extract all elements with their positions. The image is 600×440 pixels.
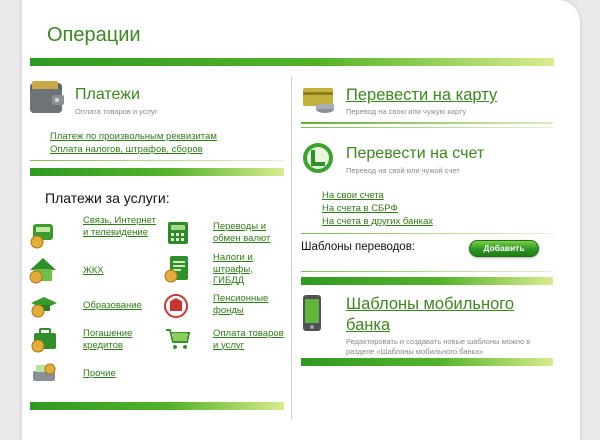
- templates-divider: [301, 271, 553, 272]
- payments-subtitle: Оплата товаров и услуг: [75, 107, 158, 116]
- mobile-templates-description: Редактировать и создавать новые шаблоны …: [346, 337, 531, 356]
- payments-bar: [30, 168, 284, 176]
- account-icon: [301, 141, 335, 180]
- operations-panel: Операции Платежи Оплата товаров и услуг …: [22, 0, 580, 440]
- service-goods-payment[interactable]: Оплата товаров и услуг: [213, 328, 289, 351]
- transfer-to-card-subtitle: Перевод на свою или чужую карту: [346, 107, 467, 116]
- service-telecom[interactable]: Связь, Интернет и телевидение: [83, 215, 163, 238]
- other-banks-link[interactable]: На счета в других банках: [322, 216, 433, 227]
- page-title: Операции: [47, 24, 141, 46]
- payments-title: Платежи: [75, 86, 140, 103]
- wallet-icon: [28, 77, 66, 122]
- briefcase-icon: [30, 327, 58, 358]
- transfer-to-account-subtitle: Перевод на свой или чужой счет: [346, 166, 460, 175]
- mobile-templates-link[interactable]: Шаблоны мобильного банка: [346, 294, 536, 336]
- taxes-fines-link[interactable]: Оплата налогов, штрафов, сборов: [50, 144, 203, 155]
- phone-icon: [28, 220, 58, 255]
- graduation-cap-icon: [30, 294, 58, 323]
- house-icon: [28, 256, 58, 289]
- add-template-button[interactable]: Добавить: [469, 240, 539, 257]
- own-accounts-link[interactable]: На свои счета: [322, 190, 384, 201]
- pension-fund-icon: [163, 293, 189, 324]
- payments-divider: [30, 160, 284, 161]
- mobile-phone-icon: [301, 294, 323, 337]
- tax-icon: [163, 254, 191, 289]
- service-loan-repayment[interactable]: Погашение кредитов: [83, 328, 153, 351]
- card-icon: [301, 84, 337, 121]
- header-bar: [30, 58, 554, 66]
- transfer-to-card-link[interactable]: Перевести на карту: [346, 86, 497, 105]
- card-section-divider: [301, 122, 553, 124]
- templates-bar: [301, 277, 553, 285]
- calculator-icon: [165, 220, 191, 251]
- sbrf-accounts-link[interactable]: На счета в СБРФ: [322, 203, 398, 214]
- account-section-divider: [301, 233, 553, 234]
- column-divider: [291, 76, 292, 420]
- payment-by-details-link[interactable]: Платеж по произвольным реквизитам: [50, 131, 217, 142]
- service-taxes-gibdd[interactable]: Налоги и штрафы, ГИБДД: [213, 252, 283, 287]
- transfer-to-account-title[interactable]: Перевести на счет: [346, 145, 484, 163]
- service-transfers-exchange[interactable]: Переводы и обмен валют: [213, 221, 283, 244]
- service-education[interactable]: Образование: [83, 300, 142, 312]
- cash-register-icon: [30, 361, 58, 390]
- service-utilities[interactable]: ЖКХ: [83, 265, 104, 277]
- service-other[interactable]: Прочие: [83, 368, 116, 380]
- card-section-divider-2: [301, 127, 553, 128]
- transfer-templates-label: Шаблоны переводов:: [301, 241, 416, 253]
- mobile-bar: [301, 358, 553, 366]
- services-bar: [30, 402, 284, 410]
- cart-icon: [163, 326, 191, 357]
- service-pension-funds[interactable]: Пенсионные фонды: [213, 293, 283, 316]
- services-title: Платежи за услуги:: [45, 190, 170, 206]
